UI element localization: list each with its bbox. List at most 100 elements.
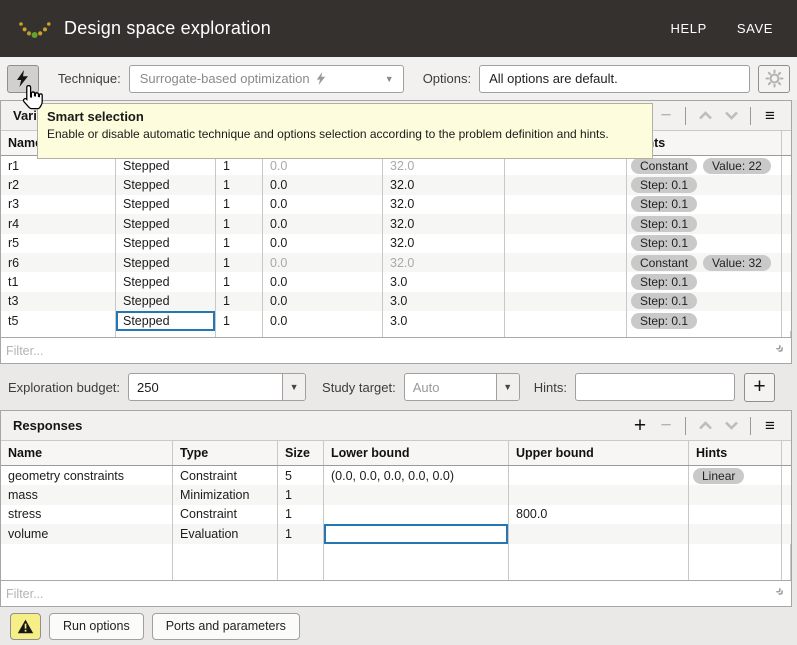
- cell-type[interactable]: Stepped: [116, 234, 216, 253]
- variables-filter-input[interactable]: [1, 338, 791, 363]
- cell-upper[interactable]: 32.0: [383, 234, 505, 253]
- cell-hints[interactable]: [689, 524, 782, 543]
- cell-type[interactable]: Constraint: [173, 466, 278, 485]
- exploration-budget-select[interactable]: 250 ▼: [128, 373, 306, 401]
- cell-type[interactable]: Stepped: [116, 292, 216, 311]
- warnings-button[interactable]: [10, 613, 41, 640]
- cell-lower[interactable]: 0.0: [263, 311, 383, 330]
- cell-size[interactable]: 1: [216, 292, 263, 311]
- technique-select[interactable]: Surrogate-based optimization ▼: [129, 65, 404, 93]
- cell-lower[interactable]: 0.0: [263, 253, 383, 272]
- ports-and-parameters-button[interactable]: Ports and parameters: [152, 613, 300, 640]
- cell-size[interactable]: 1: [216, 195, 263, 214]
- cell-name[interactable]: t5: [1, 311, 116, 330]
- cell-upper[interactable]: 32.0: [383, 253, 505, 272]
- cell-size[interactable]: 1: [216, 311, 263, 330]
- cell-name[interactable]: r5: [1, 234, 116, 253]
- cell-hints[interactable]: Step: 0.1: [627, 272, 782, 291]
- cell-hints[interactable]: Step: 0.1: [627, 214, 782, 233]
- smart-selection-toggle-button[interactable]: [7, 65, 39, 93]
- cell-name[interactable]: t3: [1, 292, 116, 311]
- cell-initial[interactable]: [505, 253, 627, 272]
- cell-size[interactable]: 1: [216, 234, 263, 253]
- options-input[interactable]: [479, 65, 750, 93]
- chevron-down-icon[interactable]: ▼: [496, 374, 519, 400]
- responses-remove-button[interactable]: −: [653, 414, 679, 438]
- cell-name[interactable]: r6: [1, 253, 116, 272]
- cell-name[interactable]: r4: [1, 214, 116, 233]
- study-target-select[interactable]: Auto ▼: [404, 373, 520, 401]
- selected-cell-type[interactable]: Stepped: [116, 311, 216, 330]
- hints-input[interactable]: [575, 373, 735, 401]
- cell-initial[interactable]: [505, 234, 627, 253]
- cell-lower[interactable]: 0.0: [263, 195, 383, 214]
- cell-lower[interactable]: (0.0, 0.0, 0.0, 0.0, 0.0): [324, 466, 509, 485]
- chevron-down-icon[interactable]: ▼: [282, 374, 305, 400]
- cell-hints[interactable]: Step: 0.1: [627, 175, 782, 194]
- cell-name[interactable]: stress: [1, 505, 173, 524]
- responses-menu-button[interactable]: ≡: [757, 414, 783, 438]
- cell-upper[interactable]: 3.0: [383, 272, 505, 291]
- cell-type[interactable]: Stepped: [116, 195, 216, 214]
- cell-size[interactable]: 5: [278, 466, 324, 485]
- cell-type[interactable]: Constraint: [173, 505, 278, 524]
- cell-hints[interactable]: [689, 505, 782, 524]
- cell-initial[interactable]: [505, 175, 627, 194]
- cell-upper[interactable]: [509, 466, 689, 485]
- cell-name[interactable]: r3: [1, 195, 116, 214]
- cell-name[interactable]: volume: [1, 524, 173, 543]
- cell-initial[interactable]: [505, 272, 627, 291]
- cell-hints[interactable]: Linear: [689, 466, 782, 485]
- cell-type[interactable]: Stepped: [116, 214, 216, 233]
- cell-name[interactable]: r2: [1, 175, 116, 194]
- cell-size[interactable]: 1: [216, 214, 263, 233]
- cell-upper[interactable]: [509, 485, 689, 504]
- variables-menu-button[interactable]: ≡: [757, 104, 783, 128]
- cell-size[interactable]: 1: [216, 272, 263, 291]
- cell-upper[interactable]: 3.0: [383, 292, 505, 311]
- help-button[interactable]: HELP: [671, 21, 707, 36]
- cell-hints[interactable]: ConstantValue: 32: [627, 253, 782, 272]
- cell-name[interactable]: mass: [1, 485, 173, 504]
- cell-upper[interactable]: [509, 524, 689, 543]
- cell-hints[interactable]: Step: 0.1: [627, 311, 782, 330]
- cell-initial[interactable]: [505, 195, 627, 214]
- cell-size[interactable]: 1: [216, 253, 263, 272]
- cell-type[interactable]: Stepped: [116, 175, 216, 194]
- cell-size[interactable]: 1: [278, 485, 324, 504]
- cell-lower[interactable]: 0.0: [263, 272, 383, 291]
- cell-type[interactable]: Evaluation: [173, 524, 278, 543]
- cell-lower[interactable]: 0.0: [263, 175, 383, 194]
- cell-upper[interactable]: 3.0: [383, 311, 505, 330]
- variables-move-up-button[interactable]: [692, 104, 718, 128]
- cell-lower[interactable]: 0.0: [263, 214, 383, 233]
- cell-name[interactable]: geometry constraints: [1, 466, 173, 485]
- responses-add-button[interactable]: +: [627, 414, 653, 438]
- cell-upper[interactable]: 32.0: [383, 214, 505, 233]
- cell-lower[interactable]: [324, 485, 509, 504]
- variables-remove-button[interactable]: −: [653, 104, 679, 128]
- cell-type[interactable]: Stepped: [116, 272, 216, 291]
- cell-hints[interactable]: Step: 0.1: [627, 292, 782, 311]
- cell-lower[interactable]: 0.0: [263, 234, 383, 253]
- responses-move-down-button[interactable]: [718, 414, 744, 438]
- cell-size[interactable]: 1: [278, 524, 324, 543]
- responses-move-up-button[interactable]: [692, 414, 718, 438]
- responses-filter-input[interactable]: [1, 581, 791, 606]
- cell-size[interactable]: 1: [278, 505, 324, 524]
- cell-size[interactable]: 1: [216, 175, 263, 194]
- cell-initial[interactable]: [505, 214, 627, 233]
- variables-move-down-button[interactable]: [718, 104, 744, 128]
- cell-initial[interactable]: [505, 311, 627, 330]
- cell-upper[interactable]: 32.0: [383, 175, 505, 194]
- cell-hints[interactable]: [689, 485, 782, 504]
- cell-lower[interactable]: 0.0: [263, 292, 383, 311]
- cell-lower[interactable]: [324, 505, 509, 524]
- cell-upper[interactable]: 800.0: [509, 505, 689, 524]
- run-options-button[interactable]: Run options: [49, 613, 144, 640]
- add-hint-button[interactable]: +: [744, 373, 775, 402]
- selected-cell-lower[interactable]: [324, 524, 509, 543]
- save-button[interactable]: SAVE: [737, 21, 773, 36]
- options-settings-button[interactable]: [758, 65, 790, 93]
- cell-hints[interactable]: Step: 0.1: [627, 234, 782, 253]
